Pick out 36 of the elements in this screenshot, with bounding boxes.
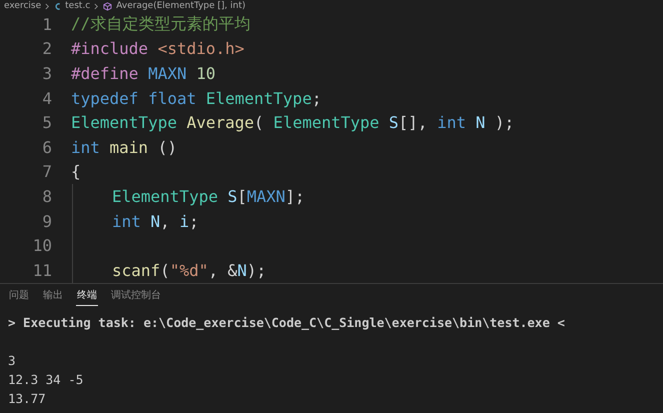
line-number: 8 — [41, 186, 52, 206]
code-line: ElementType S[MAXN]; — [112, 186, 305, 206]
cube-icon — [103, 2, 112, 10]
terminal-task-line: > Executing task: e:\Code_exercise\Code_C\C_Single\exercise\bin\test.exe < — [8, 314, 566, 332]
chevron-icon — [45, 2, 50, 10]
terminal-output: 12.3 34 -5 — [8, 370, 84, 389]
terminal-output: 13.77 — [8, 390, 47, 408]
chevron-icon — [94, 2, 100, 10]
panel-tab[interactable]: 问题 — [8, 285, 30, 306]
line-number: 5 — [41, 113, 52, 132]
line-number: 6 — [41, 138, 52, 157]
code-line: { — [71, 162, 81, 182]
code-line: typedef float ElementType; — [71, 88, 322, 108]
breadcrumb-item[interactable]: Average(ElementType [], int) — [116, 0, 246, 12]
panel-tab[interactable]: 输出 — [42, 285, 64, 306]
line-number: 9 — [41, 212, 52, 231]
line-number: 11 — [32, 260, 52, 280]
code-line: ElementType Average( ElementType S[], int N ); — [71, 113, 514, 132]
breadcrumb-item[interactable]: exercise — [4, 0, 42, 12]
code-line: scanf("%d", &N); — [112, 260, 266, 280]
code-line: int N, i; — [112, 212, 199, 231]
line-number: 4 — [41, 88, 52, 108]
breadcrumb-item[interactable]: test.c — [65, 0, 90, 12]
panel-tab[interactable]: 调试控制台 — [110, 285, 162, 306]
c-file-icon — [54, 2, 62, 10]
panel-tab[interactable]: 终端 — [76, 285, 98, 306]
line-number: 2 — [41, 39, 52, 58]
code-line: //求自定类型元素的平均 — [71, 14, 250, 35]
line-number: 1 — [41, 14, 52, 34]
code-line: int main () — [71, 138, 177, 157]
terminal-output: 3 — [8, 352, 17, 370]
line-number: 7 — [41, 162, 52, 182]
code-line: #define MAXN 10 — [71, 64, 216, 83]
code-line: #include <stdio.h> — [71, 39, 244, 58]
line-number: 3 — [41, 64, 52, 83]
line-number: 10 — [32, 236, 52, 256]
